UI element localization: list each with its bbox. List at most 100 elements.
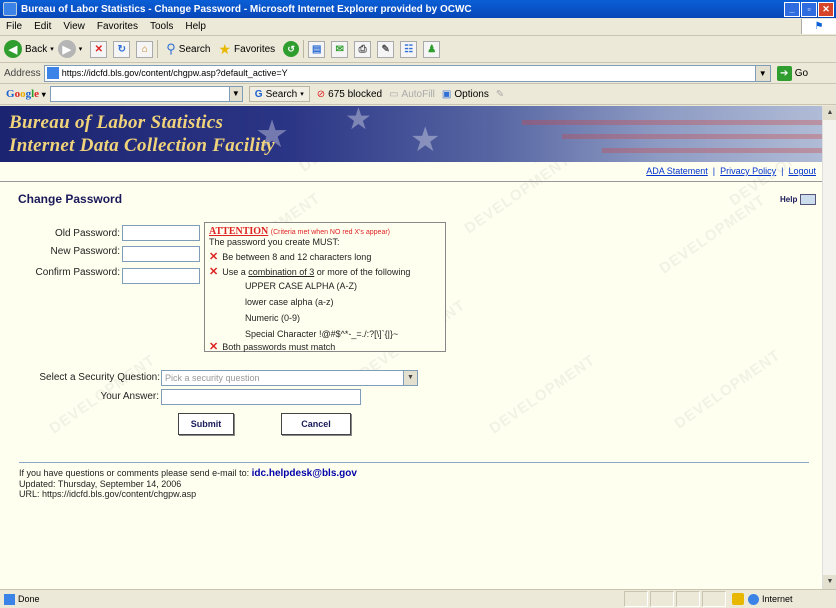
answer-input[interactable] — [161, 389, 361, 405]
refresh-icon[interactable]: ↻ — [113, 40, 131, 58]
scroll-up-icon[interactable]: ▲ — [823, 106, 836, 120]
maximize-button[interactable]: ▫ — [801, 1, 817, 17]
ada-statement-link[interactable]: ADA Statement — [646, 166, 708, 176]
search-icon: ⚲ — [166, 41, 176, 56]
help-icon — [800, 194, 817, 205]
messenger-icon[interactable]: ♟ — [423, 40, 441, 58]
watermark: DEVELOPMENT — [671, 346, 784, 433]
page-title: Change Password — [18, 192, 123, 206]
criteria-length-text: Be between 8 and 12 characters long — [222, 252, 372, 262]
google-search-input[interactable] — [49, 86, 230, 102]
google-logo[interactable]: Google ▾ — [0, 88, 50, 100]
password-criteria-box: ATTENTION (Criteria met when NO red X's … — [204, 222, 446, 353]
chevron-down-icon[interactable]: ▼ — [403, 371, 417, 385]
red-x-icon: ✕ — [209, 341, 219, 353]
autofill-label: AutoFill — [401, 88, 435, 100]
print-icon[interactable]: ⎙ — [354, 40, 372, 58]
stop-icon[interactable]: ✕ — [90, 40, 108, 58]
address-label: Address — [4, 67, 41, 79]
footer-url: URL: https://idcfd.bls.gov/content/chgpw… — [19, 489, 197, 499]
forward-dropdown-icon[interactable]: ▾ — [79, 45, 83, 53]
status-bar: Done Internet — [0, 589, 836, 608]
watermark: DEVELOPMENT — [656, 191, 769, 278]
toolbar: ◀ Back ▾ ▶ ▾ ✕ ↻ ⌂ ⚲ Search ★ Favorites … — [0, 36, 836, 63]
criteria-match-text: Both passwords must match — [222, 342, 336, 352]
attention-criteria: (Criteria met when NO red X's appear) — [270, 229, 391, 236]
menu-file[interactable]: File — [0, 21, 28, 32]
autofill-button[interactable]: ▭ AutoFill — [389, 89, 435, 100]
back-button[interactable]: ◀ Back ▾ — [4, 40, 54, 58]
forward-arrow-icon: ▶ — [57, 40, 76, 58]
search-button[interactable]: ⚲ Search — [166, 41, 210, 57]
help-label: Help — [780, 195, 798, 204]
criteria-numeric: Numeric (0-9) — [245, 313, 301, 323]
discuss-icon[interactable]: ☷ — [400, 40, 418, 58]
address-input[interactable]: https://idcfd.bls.gov/content/chgpw.asp?… — [43, 64, 756, 82]
red-x-icon: ✕ — [209, 251, 219, 263]
back-dropdown-icon[interactable]: ▾ — [50, 45, 54, 53]
mail-icon[interactable]: ✉ — [331, 40, 349, 58]
minimize-button[interactable]: _ — [784, 1, 800, 17]
privacy-policy-link[interactable]: Privacy Policy — [720, 166, 776, 176]
popup-blocker[interactable]: ⊘ 675 blocked — [317, 89, 382, 100]
go-button[interactable]: ➔ Go — [776, 65, 809, 81]
star-icon: ★ — [410, 121, 441, 159]
confirm-password-label: Confirm Password: — [35, 267, 120, 278]
watermark: DEVELOPMENT — [486, 351, 599, 438]
security-question-placeholder: Pick a security question — [165, 373, 260, 383]
address-url: https://idcfd.bls.gov/content/chgpw.asp?… — [61, 68, 288, 78]
scroll-down-icon[interactable]: ▼ — [823, 575, 836, 589]
history-icon[interactable]: ▤ — [308, 40, 326, 58]
status-text: Done — [18, 594, 40, 604]
criteria-combination-pre: Use a — [222, 267, 249, 277]
zone-label: Internet — [762, 594, 793, 604]
watermark: DEVELOPMENT — [461, 151, 574, 238]
google-search-button[interactable]: G Search ▾ — [248, 86, 310, 102]
menu-help[interactable]: Help — [179, 21, 212, 32]
security-question-select[interactable]: Pick a security question ▼ — [161, 370, 418, 386]
options-button[interactable]: ▣ Options — [442, 89, 489, 100]
forward-button[interactable]: ▶ ▾ — [57, 40, 83, 58]
old-password-input[interactable] — [122, 225, 200, 241]
divider — [0, 181, 822, 182]
attention-intro: The password you create MUST: — [209, 237, 340, 247]
favorites-button[interactable]: ★ Favorites — [218, 41, 275, 58]
edit-icon[interactable]: ✎ — [377, 40, 395, 58]
combination-link[interactable]: combination of 3 — [248, 267, 314, 277]
submit-button[interactable]: Submit — [178, 413, 234, 435]
criteria-upper: UPPER CASE ALPHA (A-Z) — [245, 281, 358, 291]
new-password-input[interactable] — [122, 246, 200, 262]
lock-icon — [732, 593, 744, 605]
go-label: Go — [794, 67, 809, 79]
popup-blocked-count: 675 blocked — [328, 88, 383, 100]
menu-favorites[interactable]: Favorites — [91, 21, 144, 32]
cancel-button[interactable]: Cancel — [281, 413, 351, 435]
media-icon[interactable]: ↺ — [283, 41, 300, 57]
answer-label: Your Answer: — [100, 391, 159, 402]
home-icon[interactable]: ⌂ — [136, 40, 154, 58]
window-titlebar: Bureau of Labor Statistics - Change Pass… — [0, 0, 836, 18]
vertical-scrollbar[interactable]: ▲ ▼ — [822, 106, 836, 589]
window-title: Bureau of Labor Statistics - Change Pass… — [21, 3, 472, 15]
criteria-match: ✕ Both passwords must match — [209, 340, 335, 353]
menu-view[interactable]: View — [57, 21, 91, 32]
menu-tools[interactable]: Tools — [144, 21, 179, 32]
page-icon — [4, 593, 15, 605]
close-button[interactable]: ✕ — [818, 1, 834, 17]
google-search-dropdown-icon[interactable]: ▼ — [229, 86, 243, 102]
help-button[interactable]: Help — [780, 194, 817, 205]
windows-logo-icon: ⚑ — [801, 19, 836, 34]
footer-question: If you have questions or comments please… — [19, 468, 252, 478]
security-question-label: Select a Security Question: — [39, 372, 160, 383]
highlighter-icon[interactable]: ✎ — [496, 89, 504, 100]
confirm-password-input[interactable] — [122, 268, 200, 284]
address-dropdown-icon[interactable]: ▼ — [755, 64, 771, 82]
star-icon: ★ — [345, 106, 372, 136]
menu-edit[interactable]: Edit — [28, 21, 57, 32]
logout-link[interactable]: Logout — [788, 166, 816, 176]
page-icon — [46, 67, 59, 79]
red-x-icon: ✕ — [209, 266, 219, 278]
criteria-lower: lower case alpha (a-z) — [245, 297, 334, 307]
helpdesk-email-link[interactable]: idc.helpdesk@bls.gov — [252, 468, 357, 479]
criteria-combination-post: or more of the following — [314, 267, 411, 277]
